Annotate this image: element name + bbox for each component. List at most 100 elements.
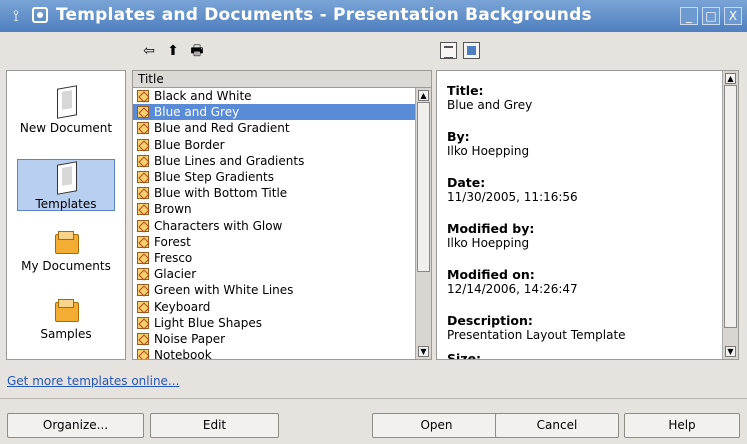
template-file-icon	[137, 203, 149, 216]
template-categories-sidebar: New Document Templates My Documents Samp…	[6, 70, 126, 360]
minimize-icon[interactable]: _	[680, 7, 698, 25]
app-icon	[32, 7, 48, 23]
list-item[interactable]: Black and White	[133, 88, 417, 104]
scroll-up-icon[interactable]: ▲	[725, 73, 736, 84]
scroll-thumb[interactable]	[417, 102, 430, 272]
list-item-label: Blue and Grey	[154, 105, 240, 120]
list-item-label: Blue and Red Gradient	[154, 121, 290, 136]
template-list-scrollbar[interactable]: ▲ ▼	[415, 88, 431, 359]
separator	[0, 398, 747, 399]
template-file-icon	[137, 122, 149, 135]
template-file-icon	[137, 268, 149, 281]
sidebar-item-samples[interactable]: Samples	[17, 297, 115, 342]
list-item[interactable]: Fresco	[133, 250, 417, 266]
scroll-down-icon[interactable]: ▼	[725, 346, 736, 357]
list-item[interactable]: Blue and Red Gradient	[133, 120, 417, 136]
template-file-icon	[137, 138, 149, 151]
template-file-icon	[137, 219, 149, 232]
list-item[interactable]: Characters with Glow	[133, 218, 417, 234]
details-scrollbar[interactable]: ▲ ▼	[722, 71, 738, 359]
template-file-icon	[137, 171, 149, 184]
detail-title: Title: Blue and Grey	[447, 83, 533, 112]
detail-author: By: Ilko Hoepping	[447, 129, 530, 158]
get-more-templates-link[interactable]: Get more templates online...	[7, 374, 179, 388]
list-item-label: Characters with Glow	[154, 218, 283, 233]
sidebar-item-label: Templates	[35, 197, 97, 211]
list-item[interactable]: Glacier	[133, 266, 417, 282]
template-file-icon	[137, 300, 149, 313]
scroll-down-icon[interactable]: ▼	[418, 346, 429, 357]
new-document-icon	[50, 85, 82, 119]
title-bar[interactable]: ⟟ Templates and Documents - Presentation…	[0, 0, 747, 32]
template-file-icon	[137, 284, 149, 297]
edit-button[interactable]: Edit	[150, 413, 279, 438]
template-file-icon	[137, 106, 149, 119]
list-item-label: Keyboard	[154, 299, 211, 314]
list-item[interactable]: Blue with Bottom Title	[133, 185, 417, 201]
sidebar-item-templates[interactable]: Templates	[17, 159, 115, 211]
print-icon[interactable]: 🖶	[188, 42, 206, 60]
list-item[interactable]: Forest	[133, 234, 417, 250]
list-item[interactable]: Blue Lines and Gradients	[133, 153, 417, 169]
template-file-icon	[137, 251, 149, 264]
list-item[interactable]: Keyboard	[133, 298, 417, 314]
sidebar-item-label: My Documents	[21, 259, 111, 273]
organize-button[interactable]: Organize...	[7, 413, 144, 438]
detail-date: Date: 11/30/2005, 11:16:56	[447, 175, 578, 204]
list-item-label: Brown	[154, 202, 192, 217]
list-item-label: Blue Lines and Gradients	[154, 153, 305, 168]
template-file-icon	[137, 90, 149, 103]
sidebar-item-label: Samples	[40, 327, 92, 341]
list-item-label: Green with White Lines	[154, 283, 294, 298]
folder-up-icon[interactable]: ⬆	[164, 42, 182, 60]
document-properties-icon[interactable]	[440, 42, 457, 59]
sidebar-item-new-document[interactable]: New Document	[17, 85, 115, 136]
list-item-label: Forest	[154, 234, 191, 249]
cancel-button[interactable]: Cancel	[495, 413, 619, 438]
detail-size: Size:	[447, 351, 482, 360]
help-button[interactable]: Help	[624, 413, 740, 438]
my-documents-folder-icon	[50, 229, 82, 257]
list-item-label: Blue Step Gradients	[154, 170, 274, 185]
list-item[interactable]: Blue Border	[133, 137, 417, 153]
back-icon[interactable]: ⇦	[140, 42, 158, 60]
list-item[interactable]: Blue and Grey	[133, 104, 417, 121]
template-file-icon	[137, 154, 149, 167]
samples-folder-icon	[50, 297, 82, 325]
title-column-header[interactable]: Title	[133, 71, 431, 88]
list-item-label: Black and White	[154, 89, 252, 104]
list-item-label: Light Blue Shapes	[154, 315, 262, 330]
template-list-body: Black and White Blue and Grey Blue and R…	[133, 88, 417, 359]
window-title: Templates and Documents - Presentation B…	[56, 5, 592, 25]
template-file-icon	[137, 316, 149, 329]
list-item[interactable]: Brown	[133, 201, 417, 217]
list-item-label: Noise Paper	[154, 331, 226, 346]
scroll-thumb[interactable]	[724, 85, 737, 328]
templates-documents-window: ⟟ Templates and Documents - Presentation…	[0, 0, 747, 444]
preview-toolbar	[440, 42, 480, 59]
template-list: Title Black and White Blue and Grey Blue…	[132, 70, 432, 360]
template-file-icon	[137, 187, 149, 200]
template-file-icon	[137, 349, 149, 359]
maximize-icon[interactable]: □	[702, 7, 720, 25]
list-item-label: Notebook	[154, 348, 212, 359]
list-item[interactable]: Noise Paper	[133, 331, 417, 347]
scroll-up-icon[interactable]: ▲	[418, 90, 429, 101]
window-menu-icon[interactable]: ⟟	[6, 7, 26, 25]
list-item-label: Blue Border	[154, 137, 225, 152]
list-item[interactable]: Light Blue Shapes	[133, 315, 417, 331]
sidebar-item-my-documents[interactable]: My Documents	[17, 229, 115, 274]
close-icon[interactable]: X	[724, 7, 742, 25]
list-item[interactable]: Green with White Lines	[133, 282, 417, 298]
template-file-icon	[137, 332, 149, 345]
sidebar-item-label: New Document	[19, 121, 113, 135]
list-item[interactable]: Blue Step Gradients	[133, 169, 417, 185]
detail-modified-by: Modified by: Ilko Hoepping	[447, 221, 535, 250]
templates-icon	[50, 161, 82, 195]
preview-icon[interactable]	[463, 42, 480, 59]
list-item-label: Glacier	[154, 267, 197, 282]
list-item-label: Blue with Bottom Title	[154, 186, 288, 201]
navigation-toolbar: ⇦ ⬆ 🖶	[140, 42, 206, 60]
open-button[interactable]: Open	[372, 413, 501, 438]
list-item[interactable]: Notebook	[133, 347, 417, 359]
